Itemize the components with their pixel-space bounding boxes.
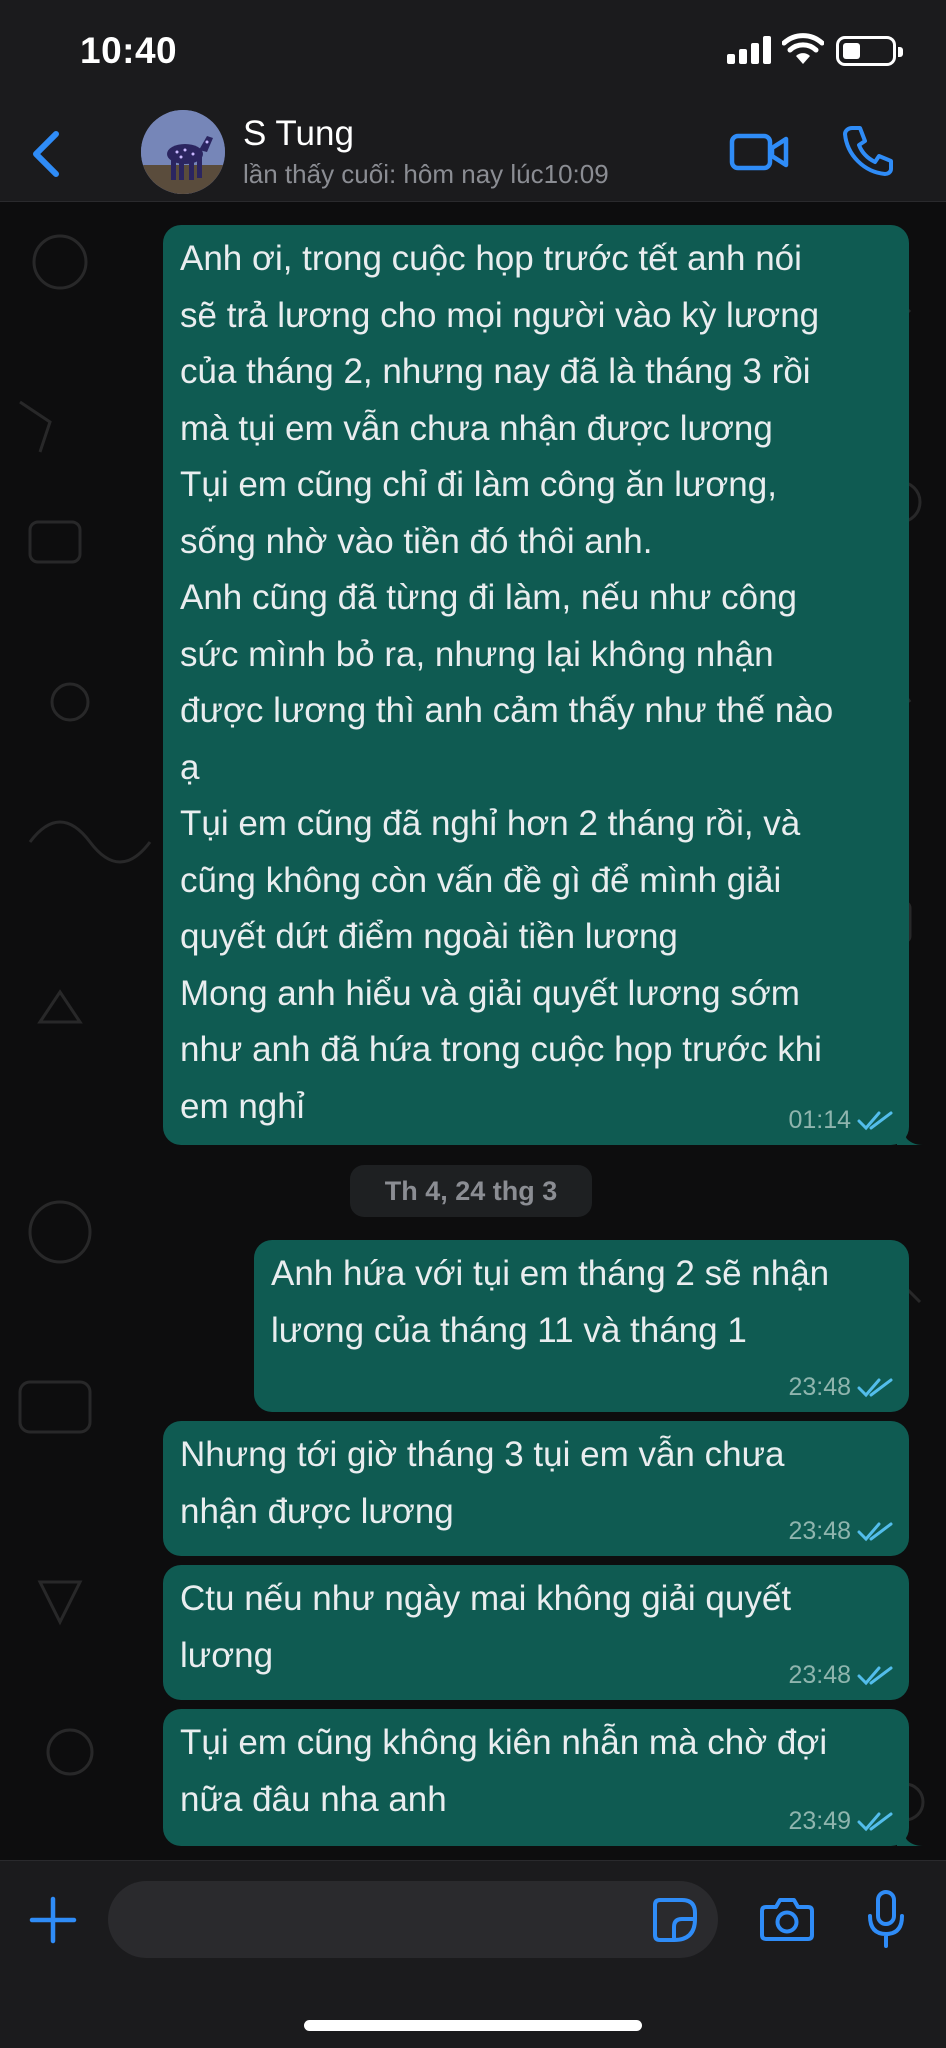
microphone-icon[interactable] xyxy=(866,1889,906,1949)
phone-icon[interactable] xyxy=(840,122,896,178)
message-time: 23:49 xyxy=(788,1807,851,1835)
message-time: 23:48 xyxy=(788,1373,851,1401)
message-text: Nhưng tới giờ tháng 3 tụi em vẫn chưa nh… xyxy=(180,1435,785,1531)
home-indicator[interactable] xyxy=(304,2020,642,2031)
sticker-icon[interactable] xyxy=(652,1897,698,1943)
message-time: 23:48 xyxy=(788,1661,851,1689)
message-time: 01:14 xyxy=(788,1106,851,1134)
double-check-icon xyxy=(857,1812,893,1832)
message-text: Anh hứa với tụi em tháng 2 sẽ nhận lương… xyxy=(271,1254,830,1350)
signal-icon xyxy=(727,36,773,64)
double-check-icon xyxy=(857,1666,893,1686)
contact-name[interactable]: S Tung xyxy=(243,114,354,154)
wifi-icon xyxy=(782,33,824,64)
message-bubble-outgoing[interactable]: Anh ơi, trong cuộc họp trước tết anh nói… xyxy=(163,225,923,1145)
message-input[interactable] xyxy=(108,1881,718,1958)
message-meta: 23:49 xyxy=(788,1806,893,1836)
video-camera-icon[interactable] xyxy=(729,126,789,178)
message-text: Tụi em cũng không kiên nhẫn mà chờ đợi n… xyxy=(180,1723,828,1819)
plus-icon[interactable] xyxy=(28,1895,78,1945)
contact-photo xyxy=(141,110,225,194)
message-text: Ctu nếu như ngày mai không giải quyết lư… xyxy=(180,1579,792,1675)
double-check-icon xyxy=(857,1378,893,1398)
last-seen-status: lần thấy cuối: hôm nay lúc10:09 xyxy=(243,159,609,189)
bubble-tail xyxy=(897,1123,923,1145)
message-bubble-outgoing[interactable]: Tụi em cũng không kiên nhẫn mà chờ đợi n… xyxy=(163,1709,923,1846)
chevron-left-icon[interactable] xyxy=(22,126,72,182)
status-time: 10:40 xyxy=(80,30,178,71)
chat-area[interactable]: Anh ơi, trong cuộc họp trước tết anh nói… xyxy=(0,202,946,1860)
message-bubble-outgoing[interactable]: Nhưng tới giờ tháng 3 tụi em vẫn chưa nh… xyxy=(163,1421,909,1556)
battery-icon xyxy=(836,36,903,66)
avatar[interactable] xyxy=(141,110,225,194)
bubble-tail xyxy=(897,1824,923,1846)
camera-icon[interactable] xyxy=(760,1895,814,1943)
chat-header: S Tung lần thấy cuối: hôm nay lúc10:09 xyxy=(0,108,946,202)
message-bubble-outgoing[interactable]: Anh hứa với tụi em tháng 2 sẽ nhận lương… xyxy=(254,1240,909,1412)
input-bar xyxy=(0,1860,946,2048)
double-check-icon xyxy=(857,1522,893,1542)
message-meta: 23:48 xyxy=(788,1372,893,1402)
message-meta: 23:48 xyxy=(788,1516,893,1546)
message-meta: 23:48 xyxy=(788,1660,893,1690)
status-bar: 10:40 xyxy=(0,0,946,108)
message-meta: 01:14 xyxy=(788,1105,893,1135)
message-bubble-outgoing[interactable]: Ctu nếu như ngày mai không giải quyết lư… xyxy=(163,1565,909,1700)
message-time: 23:48 xyxy=(788,1517,851,1545)
double-check-icon xyxy=(857,1111,893,1131)
message-text: Anh ơi, trong cuộc họp trước tết anh nói… xyxy=(180,239,834,1126)
date-separator: Th 4, 24 thg 3 xyxy=(350,1165,592,1217)
